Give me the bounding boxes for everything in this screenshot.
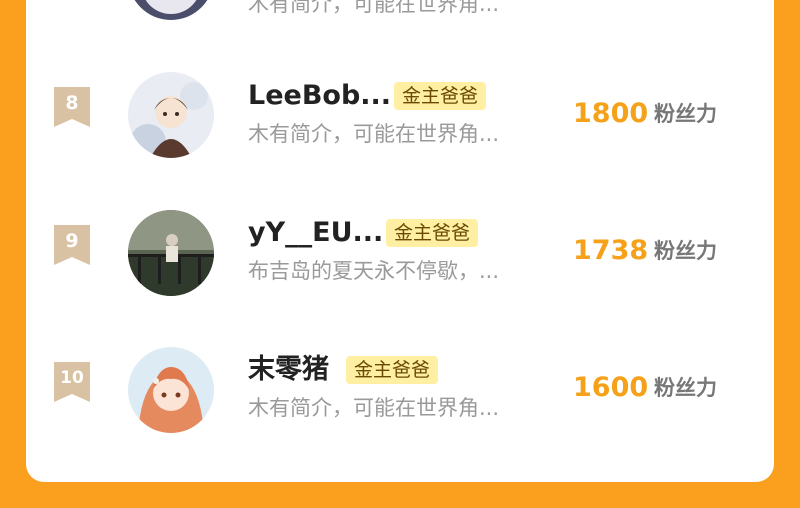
- leaderboard-card: 木有简介，可能在世界角... 8 LeeBob... 金主爸爸 木有简介，可能在…: [26, 0, 774, 482]
- fan-score-unit: 粉丝力: [654, 239, 717, 263]
- user-name[interactable]: LeeBob...: [248, 80, 391, 112]
- rank-number: 10: [60, 368, 84, 388]
- fan-score-unit: 粉丝力: [654, 376, 717, 400]
- user-name[interactable]: 末零猪: [248, 354, 329, 386]
- fan-score: 1600: [573, 372, 649, 403]
- avatar[interactable]: [128, 347, 214, 433]
- user-bio: 木有简介，可能在世界角...: [248, 0, 500, 16]
- avatar[interactable]: [128, 72, 214, 158]
- fan-score: 1800: [573, 98, 649, 129]
- user-bio: 布吉岛的夏天永不停歇，...: [248, 259, 500, 283]
- leaderboard-row[interactable]: 9 yY__EU... 金主爸爸 布吉岛的夏天永不停歇，... 1738 粉丝力: [26, 199, 774, 309]
- leaderboard-row[interactable]: 10 末零猪 金主爸爸 木有简介，可能在世界角... 1600 粉丝力: [26, 336, 774, 446]
- rank-number: 8: [65, 92, 79, 114]
- user-bio: 木有简介，可能在世界角...: [248, 396, 500, 420]
- avatar[interactable]: [128, 0, 214, 20]
- vip-badge: 金主爸爸: [346, 356, 439, 384]
- user-bio: 木有简介，可能在世界角...: [248, 122, 500, 146]
- rank-ribbon: 9: [54, 225, 90, 265]
- rank-ribbon: 8: [54, 87, 90, 127]
- vip-badge: 金主爸爸: [386, 219, 479, 247]
- fan-score-unit: 粉丝力: [654, 102, 717, 126]
- fan-score: 1738: [573, 235, 649, 266]
- user-name[interactable]: yY__EU...: [248, 217, 383, 249]
- vip-badge: 金主爸爸: [394, 82, 487, 110]
- rank-number: 9: [65, 230, 79, 252]
- leaderboard-row[interactable]: 8 LeeBob... 金主爸爸 木有简介，可能在世界角... 1800 粉丝力: [26, 62, 774, 172]
- rank-ribbon: 10: [54, 362, 90, 402]
- avatar[interactable]: [128, 210, 214, 296]
- leaderboard-row-partial[interactable]: 木有简介，可能在世界角...: [26, 0, 774, 32]
